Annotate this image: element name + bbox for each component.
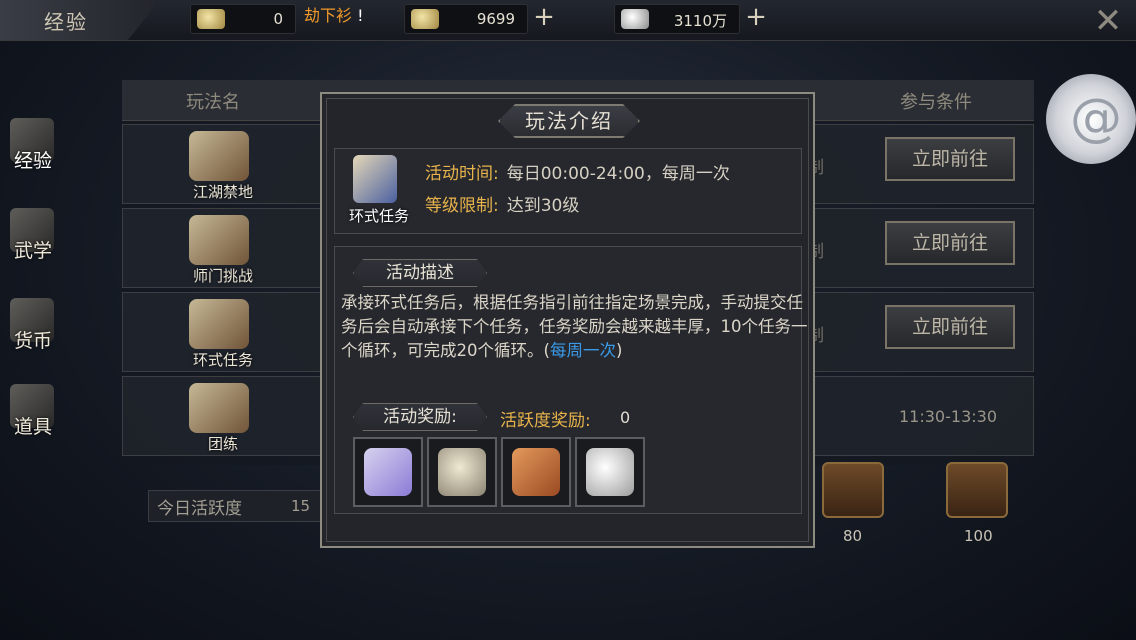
- desc-text: 承接环式任务后，根据任务指引前往指定场景完成，手动提交任务后会自动承接下个任务，…: [341, 291, 809, 363]
- sidebar-item-label: 道具: [14, 416, 53, 438]
- money-bag-icon: [411, 9, 439, 29]
- activity-name: 环式任务: [348, 207, 409, 225]
- chest-threshold: 80: [843, 527, 863, 545]
- silver-value: 3110万: [673, 12, 727, 30]
- gem-fabric-icon: [364, 448, 412, 496]
- activity-info: 环式任务 活动时间: 每日00:00-24:00，每周一次 等级限制: 达到30级: [334, 148, 802, 234]
- row-name: 江湖禁地: [192, 183, 253, 201]
- go-now-button[interactable]: 立即前往: [885, 305, 1015, 349]
- silver-resource: 3110万 +: [614, 4, 767, 34]
- spiral-emblem-icon[interactable]: @: [1046, 74, 1136, 164]
- gold-value: 0: [273, 10, 283, 28]
- sidebar-item-items[interactable]: 道具: [0, 384, 90, 454]
- notice-main: 劫下衫: [304, 6, 353, 25]
- activity-intro-dialog: 玩法介绍 环式任务 活动时间: 每日00:00-24:00，每周一次 等级限制: 达…: [320, 92, 815, 548]
- activity-value: 15: [291, 497, 311, 515]
- dialog-title: 玩法介绍: [498, 104, 640, 138]
- add-bag-button[interactable]: +: [531, 4, 557, 31]
- chest-threshold: 100: [964, 527, 993, 545]
- active-reward-value: 0: [620, 408, 631, 427]
- group-training-icon: [189, 383, 249, 433]
- reward-slot[interactable]: [353, 437, 423, 507]
- gold-ingot-icon: [197, 9, 225, 29]
- go-now-button[interactable]: 立即前往: [885, 137, 1015, 181]
- row-name: 团练: [207, 435, 238, 453]
- time-row: 活动时间: 每日00:00-24:00，每周一次: [425, 159, 730, 184]
- notice-suffix: !: [357, 6, 364, 25]
- reward-slot[interactable]: [427, 437, 497, 507]
- top-bar: 经验 0 劫下衫 ! 9699 + 3110万 + ✕: [0, 0, 1136, 41]
- manual-book-icon: [512, 448, 560, 496]
- desc-title: 活动描述: [353, 259, 487, 287]
- reward-slot[interactable]: [575, 437, 645, 507]
- header-name: 玩法名: [186, 92, 240, 113]
- close-icon[interactable]: ✕: [1090, 4, 1126, 40]
- today-activity: 今日活跃度 15: [148, 490, 322, 522]
- reward-slot[interactable]: [501, 437, 571, 507]
- sidebar-item-currency[interactable]: 货币: [0, 298, 90, 368]
- silver-ingot-icon: [586, 448, 634, 496]
- scroll-icon: [189, 215, 249, 265]
- row-time: 11:30-13:30: [899, 407, 997, 426]
- row-name: 师门挑战: [192, 267, 253, 285]
- time-value: 每日00:00-24:00，每周一次: [506, 164, 730, 184]
- scroll-icon: [189, 299, 249, 349]
- weekly-link[interactable]: 每周一次: [550, 341, 616, 360]
- gold-resource: 0: [190, 4, 296, 34]
- level-row: 等级限制: 达到30级: [425, 191, 579, 216]
- scroll-icon: [353, 155, 397, 203]
- desc-end: ): [615, 341, 623, 360]
- activity-label: 今日活跃度: [157, 499, 242, 519]
- time-label: 活动时间:: [425, 164, 499, 184]
- silver-ingot-icon: [621, 9, 649, 29]
- sidebar-item-label: 武学: [14, 240, 53, 262]
- sidebar-item-martial[interactable]: 武学: [0, 208, 90, 278]
- go-now-button[interactable]: 立即前往: [885, 221, 1015, 265]
- page-title: 经验: [44, 10, 88, 34]
- row-name: 环式任务: [192, 351, 253, 369]
- notice-text: 劫下衫 !: [304, 2, 364, 26]
- sidebar-item-label: 货币: [14, 330, 53, 352]
- treasure-chest-icon[interactable]: [946, 462, 1008, 518]
- treasure-chest-icon[interactable]: [822, 462, 884, 518]
- sidebar-item-label: 经验: [14, 150, 53, 172]
- header-condition: 参与条件: [900, 92, 972, 113]
- bag-resource: 9699 +: [404, 4, 555, 34]
- add-silver-button[interactable]: +: [743, 4, 769, 31]
- scroll-icon: [189, 131, 249, 181]
- reward-title: 活动奖励:: [353, 403, 487, 431]
- active-reward-label: 活跃度奖励:: [500, 411, 591, 431]
- level-value: 达到30级: [506, 196, 580, 216]
- bag-value: 9699: [476, 10, 515, 28]
- level-label: 等级限制:: [425, 196, 499, 216]
- money-bag-icon: [438, 448, 486, 496]
- activity-description: 活动描述 承接环式任务后，根据任务指引前往指定场景完成，手动提交任务后会自动承接…: [334, 246, 808, 514]
- sidebar-item-experience[interactable]: 经验: [0, 118, 90, 188]
- page-title-tab: 经验: [0, 0, 160, 40]
